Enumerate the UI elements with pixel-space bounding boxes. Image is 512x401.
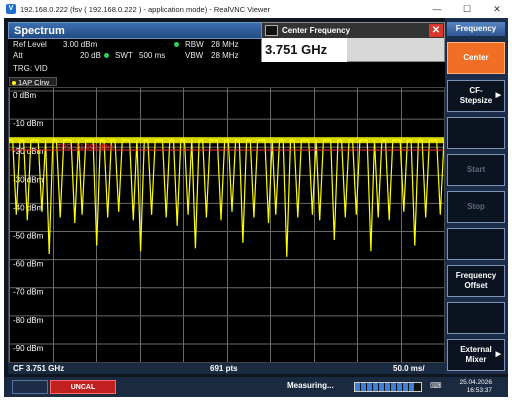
softkey-empty-2[interactable] [447,228,505,260]
footer-center-frequency: CF 3.751 GHz [13,364,65,373]
vnc-screen: Spectrum Ref Level 3.00 dBm Att 20 dB SW… [4,18,508,397]
swt-label: SWT [115,51,133,60]
measurement-progress-fill [355,383,415,391]
spectrum-tab[interactable]: Spectrum [8,22,263,39]
swt-value: 500 ms [139,51,166,60]
spectrum-chart: 0 dBm-10 dBm-20 dBm-30 dBm-40 dBm-50 dBm… [9,88,444,362]
center-frequency-input[interactable]: 3.751 GHz [262,38,347,62]
footer-span: 50.0 ms/ [393,364,425,373]
cf-dialog-titlebar: Center Frequency ✕ [262,23,444,38]
minimize-button[interactable]: — [422,0,452,18]
ref-level-value: 3.00 dBm [63,40,98,49]
softkey-center-label: Center [463,53,489,62]
att-value: 20 dB [80,51,101,60]
trace-chip: 1AP Clrw [9,77,57,87]
softkey-frequency-offset-label: Frequency Offset [455,271,497,290]
footer-points: 691 pts [210,364,238,373]
rbw-status-dot [174,42,179,48]
softkey-cf-stepsize[interactable]: CF- Stepsize ▶ [447,80,505,112]
rbw-label: RBW [185,40,204,49]
uncal-badge: UNCAL [50,380,116,394]
trace-label-bar: 1AP Clrw [8,77,445,87]
swt-indicator [104,51,112,60]
softkey-empty-1[interactable] [447,117,505,149]
trace-dot [12,81,16,86]
softkey-stop[interactable]: Stop [447,191,505,223]
window-titlebar: V 192.168.0.222 (fsv ( 192.168.0.222 ) -… [0,0,512,18]
softkey-start[interactable]: Start [447,154,505,186]
status-date: 25.04.2026 [459,379,492,386]
y-tick-label: -70 dBm [13,288,44,297]
softkey-cf-stepsize-label: CF- Stepsize [459,86,493,105]
vbw-label: VBW [185,51,204,60]
spectrum-plot[interactable]: 0 dBm -10 dBm -20 dBm -30 dBm -40 dBm -50 dBm… [8,87,445,363]
swt-status-dot [104,53,109,59]
window-title: 192.168.0.222 (fsv ( 192.168.0.222 ) - a… [20,4,271,14]
softkey-external-mixer[interactable]: External Mixer ▶ [447,339,505,371]
y-tick-label: -80 dBm [13,316,44,325]
rbw-value: 28 MHz [211,40,239,49]
spectrum-title: Spectrum [14,25,65,37]
softkey-stop-label: Stop [467,202,485,211]
status-bar: UNCAL Measuring... ⌨ 25.04.2026 16:53:37 [4,377,508,397]
vnc-app-icon: V [6,4,16,14]
status-menu-button[interactable] [12,380,48,394]
trigger-mode: TRG: VID [13,64,48,73]
keyboard-icon[interactable]: ⌨ [430,381,442,390]
submenu-arrow-icon: ▶ [495,92,501,99]
softkey-panel: Frequency Center CF- Stepsize ▶ Start Sto… [445,18,508,374]
trace-label: 1AP Clrw [18,78,50,87]
att-label: Att [13,51,23,60]
softkey-start-label: Start [466,165,486,174]
ref-level-label: Ref Level [13,40,47,49]
softkey-empty-3[interactable] [447,302,505,334]
rbw-indicator [174,40,182,49]
close-window-button[interactable]: ✕ [482,0,512,18]
plot-footer: CF 3.751 GHz 691 pts 50.0 ms/ [8,363,445,374]
center-frequency-dialog[interactable]: Center Frequency ✕ 3.751 GHz [261,22,445,62]
status-clock: 25.04.2026 16:53:37 [450,379,492,395]
cf-dialog-icon [265,25,278,36]
cf-dialog-close-button[interactable]: ✕ [429,24,443,37]
y-tick-label: -90 dBm [13,344,44,353]
softkey-center[interactable]: Center [447,42,505,74]
vbw-value: 28 MHz [211,51,239,60]
status-time: 16:53:37 [466,387,492,394]
measuring-status: Measuring... [287,381,334,390]
y-tick-label: -50 dBm [13,232,44,241]
y-tick-label: -60 dBm [13,260,44,269]
maximize-button[interactable]: ☐ [452,0,482,18]
submenu-arrow-icon: ▶ [495,351,501,358]
cf-dialog-title: Center Frequency [282,26,351,35]
trace-burst-band [9,137,444,144]
softkey-menu-title: Frequency [447,22,505,36]
trigger-level-label: TRG -21.000 dBm [57,144,114,151]
measurement-progress-bar [354,382,422,392]
trace-line [9,139,444,257]
y-tick-label: -10 dBm [13,119,44,128]
y-tick-label: 0 dBm [13,91,36,100]
softkey-external-mixer-label: External Mixer [460,345,492,364]
softkey-frequency-offset[interactable]: Frequency Offset [447,265,505,297]
